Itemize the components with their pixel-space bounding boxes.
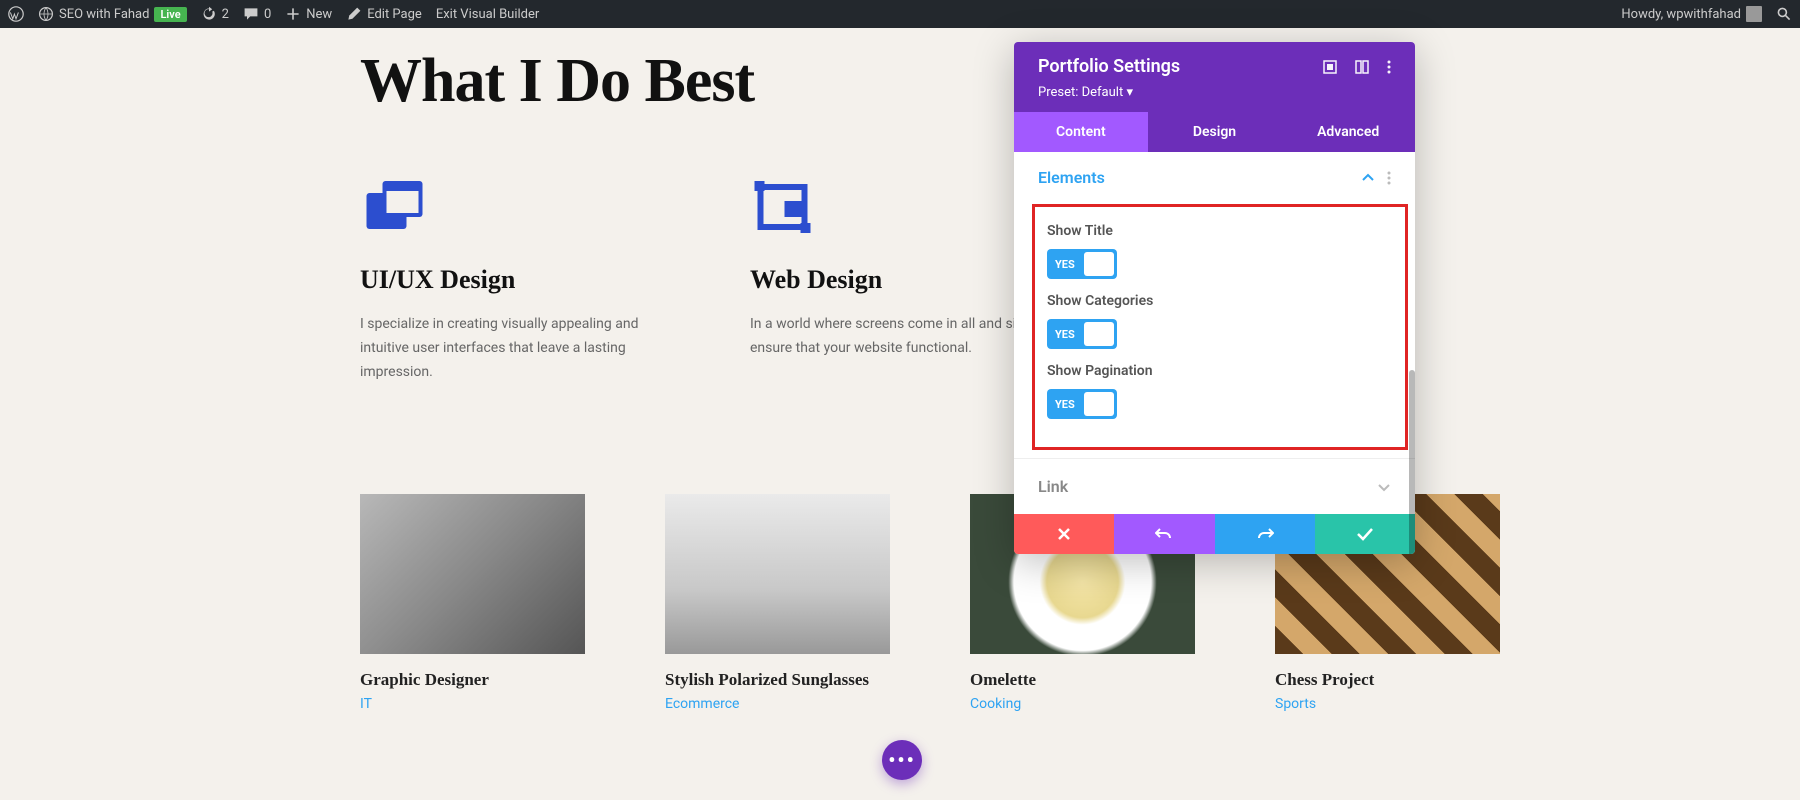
option-label: Show Pagination [1047, 363, 1393, 379]
panel-tabs: Content Design Advanced [1014, 112, 1415, 152]
feature-desc: I specialize in creating visually appeal… [360, 313, 680, 384]
snap-icon[interactable] [1355, 60, 1369, 74]
undo-button[interactable] [1114, 514, 1214, 554]
toggle-show-categories[interactable]: YES [1047, 319, 1117, 349]
redo-button[interactable] [1215, 514, 1315, 554]
exit-builder-link[interactable]: Exit Visual Builder [436, 7, 539, 22]
chevron-down-icon[interactable] [1377, 482, 1391, 492]
howdy-text: Howdy, wpwithfahad [1621, 7, 1741, 22]
caret-down-icon: ▾ [1126, 85, 1133, 100]
check-icon [1356, 527, 1374, 541]
preset-label: Preset: Default [1038, 85, 1123, 100]
panel-header[interactable]: Portfolio Settings Preset: Default ▾ [1014, 42, 1415, 112]
option-show-title: Show Title YES [1047, 223, 1393, 279]
more-icon[interactable] [1387, 60, 1391, 74]
portfolio-title: Omelette [970, 670, 1195, 690]
live-badge: Live [154, 7, 186, 22]
page-actions-fab[interactable]: ••• [882, 740, 922, 780]
option-show-categories: Show Categories YES [1047, 293, 1393, 349]
avatar [1746, 6, 1762, 22]
section-more-icon[interactable] [1387, 171, 1391, 185]
portfolio-item[interactable]: Stylish Polarized Sunglasses Ecommerce [665, 494, 890, 712]
portfolio-category[interactable]: Cooking [970, 696, 1195, 712]
tab-design[interactable]: Design [1148, 112, 1282, 152]
howdy-user[interactable]: Howdy, wpwithfahad [1621, 6, 1762, 22]
search-icon [1776, 6, 1792, 22]
portfolio-title: Chess Project [1275, 670, 1500, 690]
section-link-header[interactable]: Link [1014, 458, 1415, 514]
option-show-pagination: Show Pagination YES [1047, 363, 1393, 419]
save-button[interactable] [1315, 514, 1415, 554]
tab-content[interactable]: Content [1014, 112, 1148, 152]
panel-body: Elements Show Title YES Show Categories … [1014, 152, 1415, 514]
expand-icon[interactable] [1323, 60, 1337, 74]
portfolio-image[interactable] [360, 494, 585, 654]
portfolio-title: Graphic Designer [360, 670, 585, 690]
updates-link[interactable]: 2 [201, 6, 229, 22]
cancel-button[interactable] [1014, 514, 1114, 554]
section-elements-title: Elements [1038, 168, 1105, 187]
ellipsis-icon: ••• [888, 748, 916, 772]
panel-footer [1014, 514, 1415, 554]
section-elements-header[interactable]: Elements [1014, 152, 1415, 204]
toggle-handle [1084, 322, 1114, 346]
chevron-up-icon[interactable] [1361, 173, 1375, 183]
portfolio-title: Stylish Polarized Sunglasses [665, 670, 890, 690]
comment-icon [243, 6, 259, 22]
toggle-show-pagination[interactable]: YES [1047, 389, 1117, 419]
new-label: New [306, 7, 332, 22]
wp-logo[interactable] [8, 6, 24, 22]
windows-icon [360, 177, 425, 237]
portfolio-category[interactable]: Ecommerce [665, 696, 890, 712]
comments-count: 0 [264, 7, 271, 22]
feature-uiux: UI/UX Design I specialize in creating vi… [360, 177, 680, 384]
edit-page-link[interactable]: Edit Page [346, 6, 422, 22]
tab-advanced[interactable]: Advanced [1281, 112, 1415, 152]
redo-icon [1256, 526, 1274, 542]
toggle-handle [1084, 392, 1114, 416]
section-link-title: Link [1038, 477, 1068, 496]
portfolio-image[interactable] [665, 494, 890, 654]
edit-page-label: Edit Page [367, 7, 422, 22]
elements-highlight-box: Show Title YES Show Categories YES Show … [1032, 204, 1408, 450]
page-content: What I Do Best UI/UX Design I specialize… [0, 46, 1800, 712]
toggle-text: YES [1055, 258, 1075, 271]
option-label: Show Categories [1047, 293, 1393, 309]
scrollbar[interactable] [1409, 370, 1415, 554]
toggle-text: YES [1055, 328, 1075, 341]
comments-link[interactable]: 0 [243, 6, 271, 22]
new-content-link[interactable]: New [285, 6, 332, 22]
panel-title: Portfolio Settings [1038, 56, 1180, 77]
pencil-icon [346, 6, 362, 22]
site-name-link[interactable]: SEO with Fahad Live [38, 6, 187, 22]
preset-dropdown[interactable]: Preset: Default ▾ [1038, 85, 1391, 100]
refresh-icon [201, 6, 217, 22]
close-icon [1056, 526, 1072, 542]
updates-count: 2 [222, 7, 229, 22]
toggle-show-title[interactable]: YES [1047, 249, 1117, 279]
site-name: SEO with Fahad [59, 7, 149, 22]
option-label: Show Title [1047, 223, 1393, 239]
undo-icon [1155, 526, 1173, 542]
portfolio-category[interactable]: Sports [1275, 696, 1500, 712]
portfolio-category[interactable]: IT [360, 696, 585, 712]
plus-icon [285, 6, 301, 22]
module-settings-panel: Portfolio Settings Preset: Default ▾ Con… [1014, 42, 1415, 554]
toggle-handle [1084, 252, 1114, 276]
feature-title: UI/UX Design [360, 265, 680, 295]
crop-icon [750, 177, 815, 237]
search-toggle[interactable] [1776, 6, 1792, 22]
portfolio-item[interactable]: Graphic Designer IT [360, 494, 585, 712]
wp-admin-bar: SEO with Fahad Live 2 0 New Edit Page Ex… [0, 0, 1800, 28]
toggle-text: YES [1055, 398, 1075, 411]
